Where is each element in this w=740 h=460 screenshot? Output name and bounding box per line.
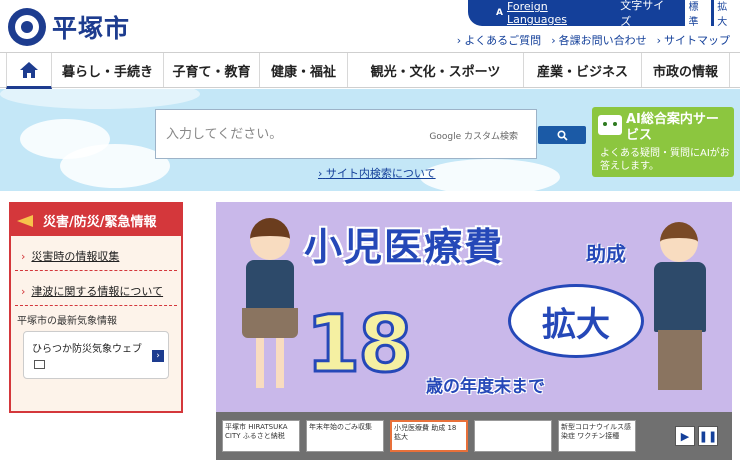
- disaster-header: 災害/防災/緊急情報: [11, 204, 181, 236]
- external-window-icon: [34, 360, 45, 369]
- boy-illustration: [646, 222, 716, 412]
- nav-item-living[interactable]: 暮らし・手続き: [52, 53, 164, 87]
- site-logo[interactable]: 平塚市: [8, 8, 130, 46]
- search-input[interactable]: [166, 126, 426, 142]
- thumbnail-garbage[interactable]: 年末年始のごみ収集: [306, 420, 384, 452]
- nav-item-business[interactable]: 産業・ビジネス: [524, 53, 642, 87]
- font-size-label: 文字サイズ: [620, 0, 665, 28]
- banner-title: 小児医療費: [304, 225, 505, 269]
- nav-item-city-info[interactable]: 市政の情報: [642, 53, 730, 87]
- megaphone-icon: [17, 213, 39, 227]
- logo-text: 平塚市: [52, 14, 131, 43]
- play-icon[interactable]: ▶: [675, 426, 695, 446]
- age-text: 歳の年度末まで: [426, 377, 545, 397]
- sitemap-link[interactable]: サイトマップ: [657, 32, 730, 48]
- banner-title-suffix: 助成: [586, 242, 626, 266]
- cloud-decoration: [420, 159, 560, 191]
- foreign-languages-link[interactable]: A Foreign Languages: [496, 0, 610, 26]
- disaster-info-gathering-link[interactable]: 災害時の情報収集: [15, 236, 177, 271]
- nav-home[interactable]: [6, 53, 52, 89]
- ai-guide-banner[interactable]: AI総合案内サービス よくある疑問・質問にAIがお答えします。: [592, 107, 734, 177]
- search-hero: Google カスタム検索 › サイト内検索について AI総合案内サービス よく…: [0, 89, 740, 191]
- language-icon: A: [496, 8, 503, 18]
- nav-item-childcare[interactable]: 子育て・教育: [164, 53, 260, 87]
- thumbnail-furusato[interactable]: 平塚市 HIRATSUKA CITY ふるさと納税: [222, 420, 300, 452]
- age-number: 18: [305, 299, 415, 392]
- thumbnail-covid[interactable]: 新型コロナウイルス感染症 ワクチン接種: [558, 420, 636, 452]
- search-help-link[interactable]: › サイト内検索について: [318, 165, 436, 181]
- robot-icon: [598, 115, 622, 135]
- nav-item-tourism[interactable]: 観光・文化・スポーツ: [348, 53, 524, 87]
- search-box: Google カスタム検索: [155, 109, 537, 159]
- city-emblem-icon: [8, 8, 46, 46]
- ai-banner-title: AI総合案内サービス: [626, 112, 719, 143]
- bubble-text: 拡大: [542, 304, 610, 345]
- main-slide-banner[interactable]: 小児医療費 助成 拡大 18 歳の年度末まで: [216, 202, 732, 412]
- cloud-decoration: [0, 89, 200, 109]
- faq-link[interactable]: よくあるご質問: [457, 32, 541, 48]
- font-size-standard-button[interactable]: 標準: [685, 0, 712, 30]
- disaster-title: 災害/防災/緊急情報: [43, 214, 157, 230]
- thumbnail-4[interactable]: [474, 420, 552, 452]
- disaster-info-box: 災害/防災/緊急情報 災害時の情報収集 津波に関する情報について 平塚市の最新気…: [9, 202, 183, 413]
- tsunami-info-link[interactable]: 津波に関する情報について: [15, 271, 177, 306]
- ai-banner-subtitle: よくある疑問・質問にAIがお答えします。: [600, 148, 730, 172]
- girl-illustration: [230, 208, 310, 408]
- thumbnail-medical[interactable]: 小児医療費 助成 18 拡大: [390, 420, 468, 452]
- search-icon: [556, 129, 568, 141]
- pause-icon[interactable]: ❚❚: [698, 426, 718, 446]
- weather-web-label: ひらつか防災気象ウェブ: [32, 344, 142, 355]
- chevron-right-icon: ›: [152, 350, 164, 362]
- cloud-decoration: [60, 144, 170, 188]
- utility-bar: A Foreign Languages 文字サイズ 標準 拡大: [468, 0, 740, 30]
- weather-web-card[interactable]: ひらつか防災気象ウェブ ›: [23, 331, 169, 379]
- slide-thumbnails: 平塚市 HIRATSUKA CITY ふるさと納税 年末年始のごみ収集 小児医療…: [216, 412, 732, 460]
- home-icon: [20, 61, 38, 78]
- font-size-large-button[interactable]: 拡大: [714, 0, 740, 30]
- search-brand-label: Google カスタム検索: [429, 132, 518, 142]
- header-sublinks: よくあるご質問 各課お問い合わせ サイトマップ: [457, 32, 730, 48]
- nav-item-health[interactable]: 健康・福祉: [260, 53, 348, 87]
- slide-controls: ▶ ❚❚: [675, 426, 718, 446]
- department-contact-link[interactable]: 各課お問い合わせ: [551, 32, 647, 48]
- global-nav: 暮らし・手続き 子育て・教育 健康・福祉 観光・文化・スポーツ 産業・ビジネス …: [0, 52, 740, 89]
- search-button[interactable]: [538, 126, 586, 144]
- speech-bubble: 拡大: [508, 284, 644, 358]
- weather-label: 平塚市の最新気象情報: [17, 316, 117, 327]
- chevron-right-icon: ›: [318, 167, 323, 180]
